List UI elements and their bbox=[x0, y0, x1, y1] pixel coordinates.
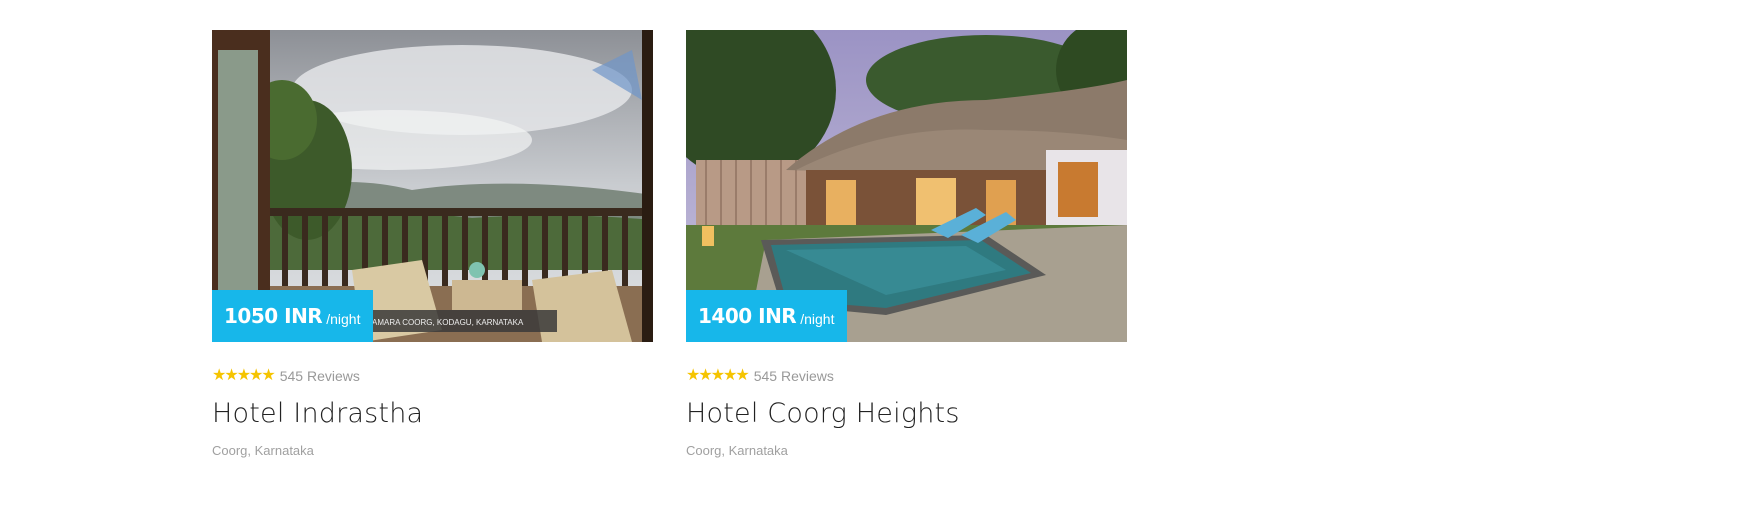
star-icon: ★ bbox=[236, 367, 251, 384]
review-count[interactable]: 545 Reviews bbox=[280, 368, 360, 384]
review-count[interactable]: 545 Reviews bbox=[754, 368, 834, 384]
price-unit: /night bbox=[326, 310, 361, 327]
rating-row: ★ ★ ★ ★ ★ 545 Reviews bbox=[686, 367, 1127, 385]
hotel-name[interactable]: Hotel Indrastha bbox=[212, 398, 653, 429]
star-rating: ★ ★ ★ ★ ★ bbox=[686, 367, 750, 384]
star-icon: ★ bbox=[710, 367, 725, 384]
hotel-location: Coorg, Karnataka bbox=[212, 443, 314, 458]
star-icon: ★ bbox=[249, 367, 263, 384]
price-unit: /night bbox=[800, 310, 835, 327]
hotel-photo[interactable]: AMARA COORG, KODAGU, KARNATAKA 1050 INR … bbox=[212, 30, 653, 342]
star-icon: ★ bbox=[261, 367, 275, 384]
hotel-card-indrastha[interactable]: AMARA COORG, KODAGU, KARNATAKA 1050 INR … bbox=[212, 30, 653, 458]
hotel-card-coorg-heights[interactable]: 1400 INR /night ★ ★ ★ ★ ★ 545 Reviews Ho… bbox=[686, 30, 1127, 458]
price-amount: 1050 INR bbox=[224, 304, 323, 328]
rating-row: ★ ★ ★ ★ ★ 545 Reviews bbox=[212, 367, 653, 385]
hotel-location: Coorg, Karnataka bbox=[686, 443, 788, 458]
star-icon: ★ bbox=[212, 367, 226, 384]
hotel-photo[interactable]: 1400 INR /night bbox=[686, 30, 1127, 342]
price-amount: 1400 INR bbox=[698, 304, 797, 328]
star-icon: ★ bbox=[723, 367, 737, 384]
star-icon: ★ bbox=[735, 367, 749, 384]
star-rating: ★ ★ ★ ★ ★ bbox=[212, 367, 276, 384]
star-icon: ★ bbox=[686, 367, 700, 384]
star-icon: ★ bbox=[224, 367, 238, 384]
svg-text:AMARA COORG, KODAGU, KARNATAKA: AMARA COORG, KODAGU, KARNATAKA bbox=[372, 318, 524, 327]
hotel-name[interactable]: Hotel Coorg Heights bbox=[686, 398, 1127, 429]
price-badge: 1050 INR /night bbox=[212, 290, 374, 342]
price-badge: 1400 INR /night bbox=[686, 290, 848, 342]
star-icon: ★ bbox=[698, 367, 712, 384]
